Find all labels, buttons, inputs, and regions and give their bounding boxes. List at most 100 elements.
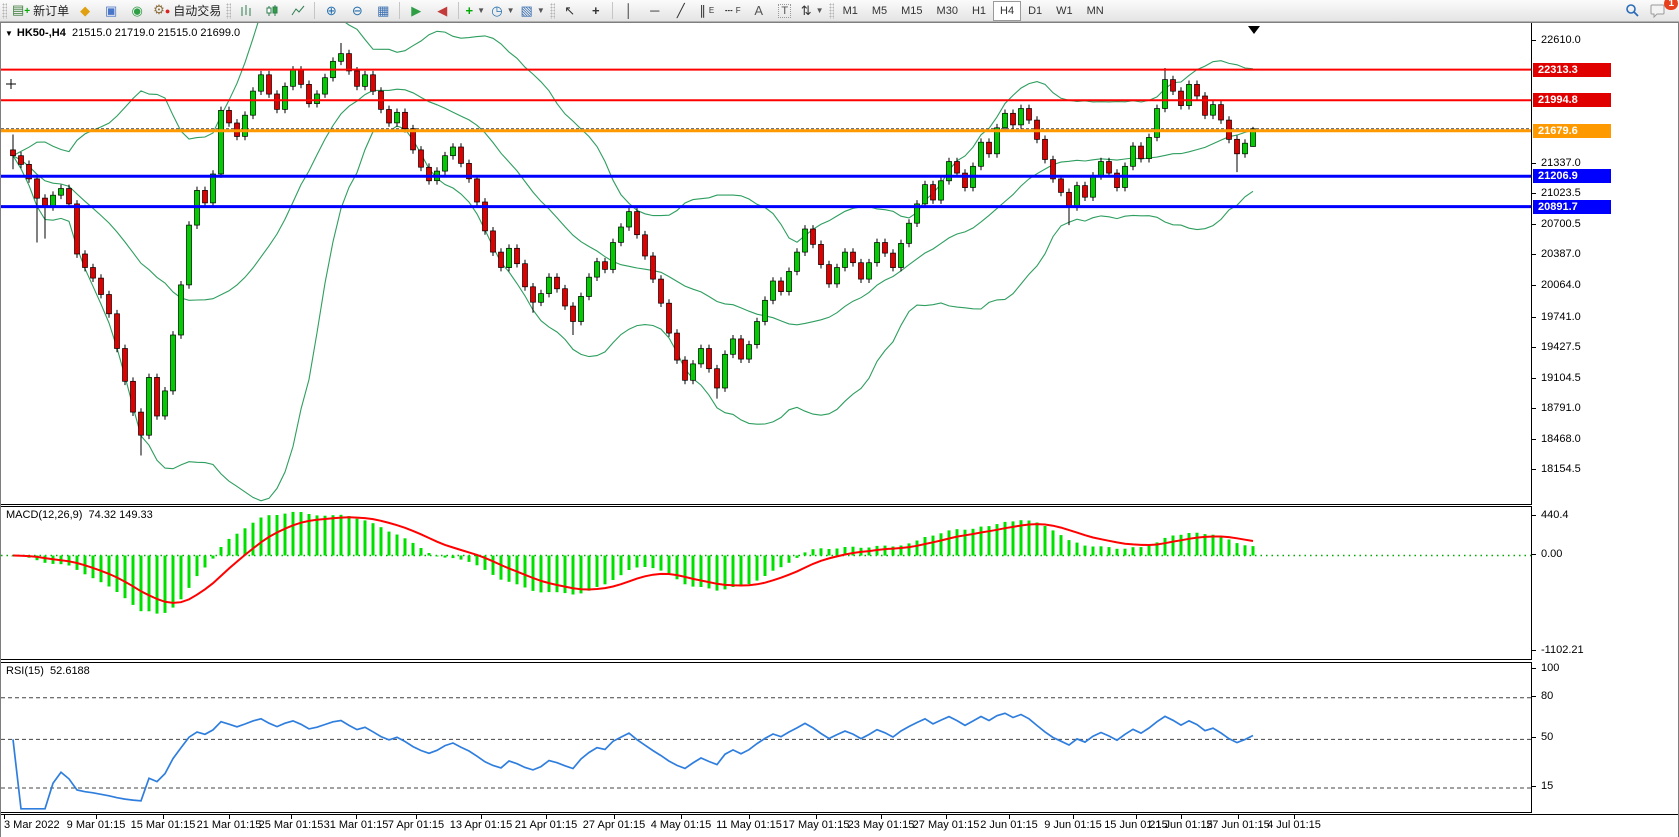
axis-tick xyxy=(1532,193,1536,194)
price-tick-label: 21023.5 xyxy=(1541,187,1581,199)
crosshair-button[interactable]: + xyxy=(583,1,609,21)
indicators-button[interactable]: +▼ xyxy=(462,1,488,21)
autotrade-button[interactable]: ⚙● 自动交易 xyxy=(150,1,224,21)
line-chart-button[interactable] xyxy=(285,1,311,21)
horizontal-line-icon: ─ xyxy=(650,1,659,21)
cursor-button[interactable]: ↖ xyxy=(557,1,583,21)
toolbar-drag-handle[interactable] xyxy=(829,3,834,19)
rsi-tick-label: 100 xyxy=(1541,662,1559,674)
auto-scroll-button[interactable]: ▶ xyxy=(403,1,429,21)
tab-timeframe-M30[interactable]: M30 xyxy=(930,1,965,21)
candle-chart-icon xyxy=(265,4,279,18)
toolbar-drag-handle[interactable] xyxy=(226,3,231,19)
ohlc-values: 21515.0 21719.0 21515.0 21699.0 xyxy=(72,27,240,39)
rsi-pane[interactable]: RSI(15) 52.6188 xyxy=(1,662,1532,813)
tile-windows-button[interactable]: ▦ xyxy=(370,1,396,21)
periods-button[interactable]: ◷▼ xyxy=(488,1,517,21)
price-level-badge: 20891.7 xyxy=(1533,200,1611,214)
price-chart-canvas[interactable] xyxy=(1,23,1531,503)
chart-shift-icon: ◀ xyxy=(437,1,447,21)
rsi-tick-label: 80 xyxy=(1541,690,1553,702)
periods-clock-icon: ◷ xyxy=(491,1,502,21)
channel-sub-label: E xyxy=(709,6,714,15)
signals-icon: ◉ xyxy=(131,1,142,21)
toolbar-drag-handle[interactable] xyxy=(2,3,7,19)
rsi-canvas[interactable] xyxy=(1,663,1531,812)
macd-values: 74.32 149.33 xyxy=(89,509,153,521)
fibonacci-button[interactable]: ┄F xyxy=(720,1,746,21)
rsi-tick-label: 50 xyxy=(1541,731,1553,743)
bar-chart-icon xyxy=(239,4,253,18)
axis-tick xyxy=(1532,439,1536,440)
tab-timeframe-D1[interactable]: D1 xyxy=(1021,1,1049,21)
macd-pane[interactable]: MACD(12,26,9) 74.32 149.33 xyxy=(1,506,1532,660)
tab-timeframe-W1[interactable]: W1 xyxy=(1049,1,1080,21)
time-tick-label: 17 May 01:15 xyxy=(783,819,850,831)
price-tick-label: 22610.0 xyxy=(1541,34,1581,46)
macd-label: MACD(12,26,9) 74.32 149.33 xyxy=(6,509,153,521)
toolbar-separator xyxy=(314,2,315,19)
notification-badge: 1 xyxy=(1664,0,1678,10)
time-tick-label: 15 Mar 01:15 xyxy=(131,819,196,831)
axis-tick xyxy=(1532,224,1536,225)
time-tick-label: 27 Jun 01:15 xyxy=(1206,819,1270,831)
charts-button[interactable]: ◆ xyxy=(72,1,98,21)
signals-button[interactable]: ◉ xyxy=(124,1,150,21)
search-button[interactable] xyxy=(1619,1,1645,21)
price-axis[interactable]: 22610.021337.021023.520700.520387.020064… xyxy=(1532,23,1678,814)
axis-tick xyxy=(1532,515,1536,516)
new-order-label: 新订单 xyxy=(33,2,69,19)
macd-canvas[interactable] xyxy=(1,507,1531,659)
bar-chart-button[interactable] xyxy=(233,1,259,21)
chart-shift-button[interactable]: ◀ xyxy=(429,1,455,21)
time-tick-label: 21 Mar 01:15 xyxy=(197,819,262,831)
time-tick-label: 11 May 01:15 xyxy=(716,819,782,831)
time-tick-label: 27 May 01:15 xyxy=(913,819,980,831)
chevron-down-icon: ▼ xyxy=(816,6,824,15)
candle-chart-button[interactable] xyxy=(259,1,285,21)
collapse-icon[interactable]: ▼ xyxy=(5,29,13,38)
chevron-down-icon: ▼ xyxy=(477,6,485,15)
new-order-button[interactable]: ▤+ 新订单 xyxy=(9,1,72,21)
arrows-icon: ⇅ xyxy=(801,1,812,21)
label-button[interactable]: T xyxy=(772,1,798,21)
text-icon: A xyxy=(754,1,763,21)
price-tick-label: 21337.0 xyxy=(1541,157,1581,169)
templates-icon: ▧ xyxy=(521,1,533,21)
price-level-badge: 21994.8 xyxy=(1533,93,1611,107)
tab-timeframe-H4[interactable]: H4 xyxy=(993,1,1021,21)
axis-tick xyxy=(1532,696,1536,697)
chart-content: ▼ HK50-,H4 21515.0 21719.0 21515.0 21699.… xyxy=(1,23,1678,836)
profile-button[interactable]: ▣ xyxy=(98,1,124,21)
price-tick-label: 20387.0 xyxy=(1541,248,1581,260)
mt4-terminal: ▤+ 新订单 ◆ ▣ ◉ ⚙● 自动交易 ⊕ ⊖ ▦ ▶ ◀ +▼ ◷▼ ▧▼ … xyxy=(0,0,1679,837)
time-axis[interactable]: 3 Mar 20229 Mar 01:1515 Mar 01:1521 Mar … xyxy=(1,814,1678,837)
zoom-out-button[interactable]: ⊖ xyxy=(344,1,370,21)
time-tick-label: 25 Mar 01:15 xyxy=(259,819,324,831)
profile-icon: ▣ xyxy=(105,1,117,21)
symbol-label: HK50-,H4 xyxy=(17,27,66,39)
tab-timeframe-M15[interactable]: M15 xyxy=(894,1,929,21)
macd-name: MACD(12,26,9) xyxy=(6,509,82,521)
tab-timeframe-M1[interactable]: M1 xyxy=(836,1,865,21)
zoom-in-button[interactable]: ⊕ xyxy=(318,1,344,21)
trendline-button[interactable]: ╱ xyxy=(668,1,694,21)
toolbar-drag-handle[interactable] xyxy=(550,3,555,19)
chat-button[interactable]: 1 xyxy=(1645,1,1671,21)
chart-window: ▼ HK50-,H4 21515.0 21719.0 21515.0 21699.… xyxy=(0,22,1679,837)
axis-tick xyxy=(1532,378,1536,379)
templates-button[interactable]: ▧▼ xyxy=(518,1,548,21)
arrows-button[interactable]: ⇅▼ xyxy=(798,1,827,21)
channel-button[interactable]: ∥E xyxy=(694,1,720,21)
tab-timeframe-H1[interactable]: H1 xyxy=(965,1,993,21)
tab-timeframe-MN[interactable]: MN xyxy=(1080,1,1111,21)
text-button[interactable]: A xyxy=(746,1,772,21)
vertical-line-button[interactable]: │ xyxy=(616,1,642,21)
price-tick-label: 19741.0 xyxy=(1541,311,1581,323)
axis-tick xyxy=(1532,408,1536,409)
axis-tick xyxy=(1532,317,1536,318)
toolbar: ▤+ 新订单 ◆ ▣ ◉ ⚙● 自动交易 ⊕ ⊖ ▦ ▶ ◀ +▼ ◷▼ ▧▼ … xyxy=(0,0,1679,22)
tab-timeframe-M5[interactable]: M5 xyxy=(865,1,894,21)
main-chart-pane[interactable]: ▼ HK50-,H4 21515.0 21719.0 21515.0 21699.… xyxy=(1,23,1532,505)
horizontal-line-button[interactable]: ─ xyxy=(642,1,668,21)
